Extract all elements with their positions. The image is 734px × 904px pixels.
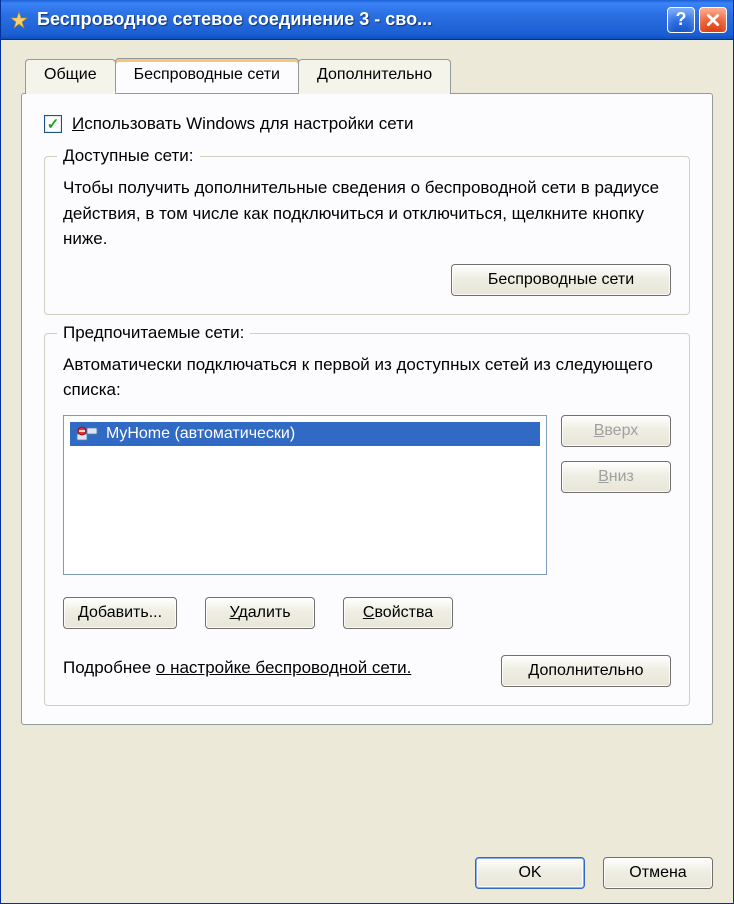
window-title: Беспроводное сетевое соединение 3 - сво.… [37, 9, 663, 30]
app-icon [9, 10, 29, 30]
checkmark-icon: ✓ [47, 117, 60, 132]
cancel-button[interactable]: Отмена [603, 857, 713, 889]
network-disabled-icon [76, 426, 98, 442]
use-windows-checkbox-label: Использовать Windows для настройки сети [72, 114, 413, 134]
tab-panel-wireless: ✓ Использовать Windows для настройки сет… [21, 93, 713, 725]
tab-container: Общие Беспроводные сети Дополнительно ✓ … [21, 58, 713, 725]
more-info-text: Подробнее о настройке беспроводной сети. [63, 655, 411, 681]
available-networks-legend: Доступные сети: [57, 146, 200, 166]
close-button[interactable] [699, 7, 727, 33]
available-networks-text: Чтобы получить дополнительные сведения о… [63, 175, 671, 252]
move-up-button[interactable]: Вверх [561, 415, 671, 447]
dialog-body: Общие Беспроводные сети Дополнительно ✓ … [1, 40, 733, 903]
preferred-networks-legend: Предпочитаемые сети: [57, 323, 250, 343]
ok-button[interactable]: OK [475, 857, 585, 889]
preferred-networks-listbox[interactable]: MyHome (автоматически) [63, 415, 547, 575]
use-windows-checkbox-row[interactable]: ✓ Использовать Windows для настройки сет… [44, 114, 690, 134]
advanced-button[interactable]: Дополнительно [501, 655, 671, 687]
move-down-button[interactable]: Вниз [561, 461, 671, 493]
dialog-footer: OK Отмена [21, 843, 713, 889]
list-item[interactable]: MyHome (автоматически) [70, 422, 540, 446]
properties-button[interactable]: Свойства [343, 597, 453, 629]
tab-wireless-networks[interactable]: Беспроводные сети [115, 58, 299, 93]
list-item-label: MyHome (автоматически) [106, 425, 295, 443]
add-button[interactable]: Добавить... [63, 597, 177, 629]
use-windows-checkbox[interactable]: ✓ [44, 115, 62, 133]
tabstrip: Общие Беспроводные сети Дополнительно [25, 58, 713, 93]
wireless-properties-window: Беспроводное сетевое соединение 3 - сво.… [0, 0, 734, 904]
preferred-networks-group: Предпочитаемые сети: Автоматически подкл… [44, 333, 690, 706]
preferred-networks-text: Автоматически подключаться к первой из д… [63, 352, 671, 403]
tab-advanced[interactable]: Дополнительно [298, 59, 451, 94]
available-networks-group: Доступные сети: Чтобы получить дополните… [44, 156, 690, 315]
tab-general[interactable]: Общие [25, 59, 116, 94]
titlebar[interactable]: Беспроводное сетевое соединение 3 - сво.… [1, 0, 733, 40]
more-info-link[interactable]: о настройке беспроводной сети. [156, 658, 411, 677]
wireless-networks-button[interactable]: Беспроводные сети [451, 264, 671, 296]
remove-button[interactable]: Удалить [205, 597, 315, 629]
help-button[interactable]: ? [667, 7, 695, 33]
